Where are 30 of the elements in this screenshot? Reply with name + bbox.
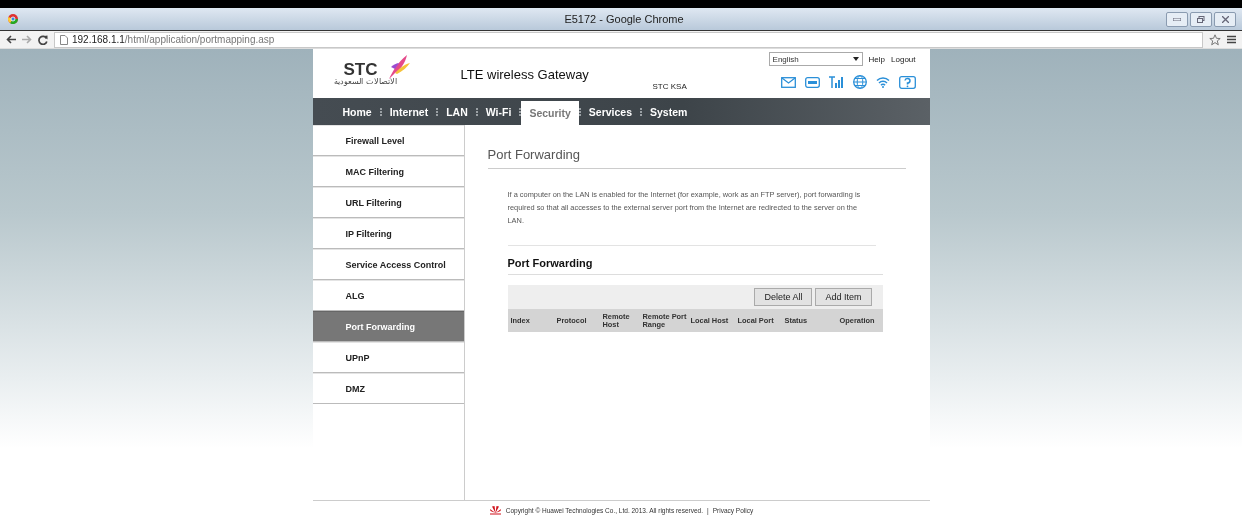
nav-tab[interactable]: Services: [580, 98, 641, 125]
sidebar-item[interactable]: UPnP: [312, 342, 464, 373]
nav-tab[interactable]: Home: [334, 98, 380, 125]
operator-name: STC KSA: [652, 82, 688, 93]
address-bar[interactable]: 192.168.1.1/html/application/portmapping.asp: [54, 31, 1203, 48]
nav-tab[interactable]: LAN: [438, 98, 476, 125]
logo-subtext: الاتصالات السعودية: [334, 76, 397, 86]
header-link[interactable]: Logout: [891, 54, 916, 64]
header-link[interactable]: Help: [868, 54, 886, 64]
section-title: Port Forwarding: [507, 254, 883, 275]
sidebar-item[interactable]: URL Filtering: [312, 187, 464, 218]
sidebar-item[interactable]: Port Forwarding: [312, 311, 464, 342]
sidebar-item[interactable]: Firewall Level: [312, 125, 464, 156]
sidebar-item[interactable]: IP Filtering: [312, 218, 464, 249]
table-action-button[interactable]: Add Item: [815, 288, 872, 306]
sidebar-item[interactable]: Service Access Control: [312, 249, 464, 280]
window-title: E5172 - Google Chrome: [563, 13, 685, 25]
sidebar-item[interactable]: ALG: [312, 280, 464, 311]
sidebar-item[interactable]: DMZ: [312, 373, 464, 404]
sidebar-item[interactable]: MAC Filtering: [312, 156, 464, 187]
product-name: LTE wireless Gateway: [460, 67, 590, 84]
nav-tab[interactable]: Internet: [381, 98, 437, 125]
page-title: Port Forwarding: [487, 147, 906, 169]
nav-tab[interactable]: Wi-Fi: [477, 98, 520, 125]
logo-text: STC: [343, 61, 378, 77]
url-text: 192.168.1.1/html/application/portmapping.asp: [72, 34, 275, 45]
language-select[interactable]: English: [768, 52, 863, 66]
nav-tab[interactable]: System: [642, 98, 696, 125]
nav-tab[interactable]: Security: [521, 101, 579, 125]
table-action-button[interactable]: Delete All: [754, 288, 813, 306]
